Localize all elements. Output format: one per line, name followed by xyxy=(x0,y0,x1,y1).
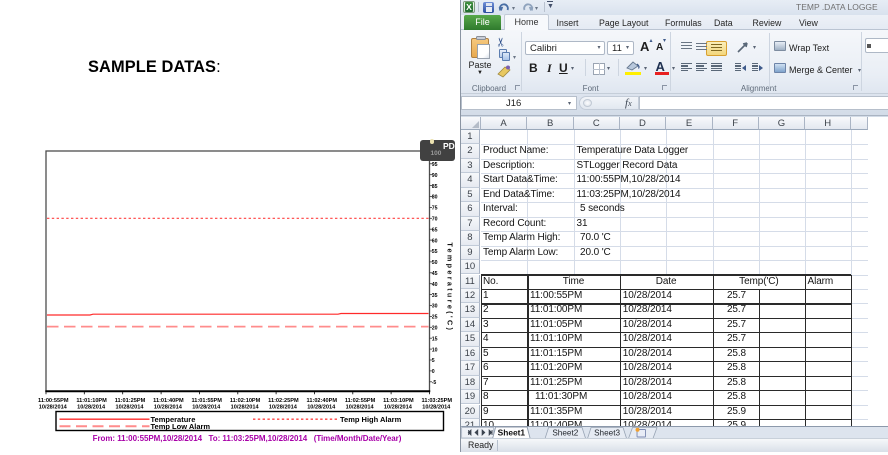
svg-text:Temp Low Alarm: Temp Low Alarm xyxy=(151,422,211,431)
svg-text:Sheet2: Sheet2 xyxy=(552,428,578,437)
svg-text:85: 85 xyxy=(432,184,438,190)
svg-text:Sheet1: Sheet1 xyxy=(497,427,525,437)
svg-text:11:02:40PM: 11:02:40PM xyxy=(307,398,338,404)
svg-text:10/28/2014: 10/28/2014 xyxy=(384,404,413,410)
svg-text:95: 95 xyxy=(432,162,438,168)
svg-text:-5: -5 xyxy=(432,380,437,386)
svg-text:11:02:55PM: 11:02:55PM xyxy=(345,398,376,404)
svg-text:11:03:25PM: 11:03:25PM xyxy=(422,398,453,404)
svg-text:60: 60 xyxy=(432,238,438,244)
svg-text:40: 40 xyxy=(432,282,438,288)
svg-text:15: 15 xyxy=(432,336,438,342)
svg-text:50: 50 xyxy=(432,260,438,266)
svg-text:11:01:25PM: 11:01:25PM xyxy=(115,398,146,404)
svg-text:Temperature('C): Temperature('C) xyxy=(445,242,454,332)
svg-text:20: 20 xyxy=(432,326,438,332)
svg-text:10/28/2014: 10/28/2014 xyxy=(116,404,145,410)
svg-text:30: 30 xyxy=(432,304,438,310)
svg-text:75: 75 xyxy=(432,206,438,212)
svg-text:10/28/2014: 10/28/2014 xyxy=(39,404,68,410)
svg-text:11:01:10PM: 11:01:10PM xyxy=(76,398,107,404)
svg-text:Temp High Alarm: Temp High Alarm xyxy=(340,415,402,424)
svg-text:11:03:10PM: 11:03:10PM xyxy=(383,398,414,404)
svg-text:From: 11:00:55PM,10/28/2014: From: 11:00:55PM,10/28/2014 To: 11:03:25… xyxy=(93,434,402,443)
svg-text:25: 25 xyxy=(432,315,438,321)
svg-text:11:01:40PM: 11:01:40PM xyxy=(153,398,184,404)
svg-text:11:02:10PM: 11:02:10PM xyxy=(230,398,261,404)
svg-text:10/28/2014: 10/28/2014 xyxy=(346,404,375,410)
svg-text:35: 35 xyxy=(432,293,438,299)
svg-text:Sheet3: Sheet3 xyxy=(594,428,620,437)
svg-text:90: 90 xyxy=(432,173,438,179)
svg-text:11:00:55PM: 11:00:55PM xyxy=(38,398,69,404)
svg-text:55: 55 xyxy=(432,249,438,255)
svg-text:70: 70 xyxy=(432,217,438,223)
svg-text:10/28/2014: 10/28/2014 xyxy=(422,404,451,410)
svg-text:11:02:25PM: 11:02:25PM xyxy=(268,398,299,404)
svg-text:5: 5 xyxy=(432,358,435,364)
svg-text:10/28/2014: 10/28/2014 xyxy=(231,404,260,410)
svg-text:0: 0 xyxy=(432,369,435,375)
svg-text:10/28/2014: 10/28/2014 xyxy=(192,404,221,410)
svg-text:11:01:55PM: 11:01:55PM xyxy=(191,398,222,404)
svg-text:10/28/2014: 10/28/2014 xyxy=(307,404,336,410)
svg-text:10/28/2014: 10/28/2014 xyxy=(77,404,106,410)
svg-text:10/28/2014: 10/28/2014 xyxy=(154,404,183,410)
svg-text:80: 80 xyxy=(432,195,438,201)
svg-text:45: 45 xyxy=(432,271,438,277)
svg-text:10/28/2014: 10/28/2014 xyxy=(269,404,298,410)
svg-text:10: 10 xyxy=(432,347,438,353)
svg-text:65: 65 xyxy=(432,227,438,233)
